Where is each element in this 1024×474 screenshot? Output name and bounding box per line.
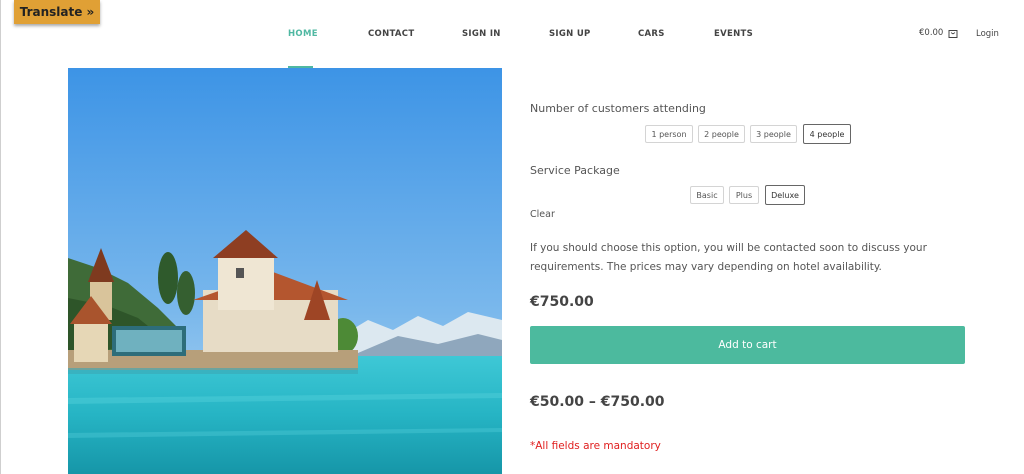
option-plus[interactable]: Plus (729, 186, 759, 204)
variant-price: €750.00 (530, 294, 594, 310)
mandatory-fields-note: *All fields are mandatory (530, 440, 661, 452)
shopping-bag-icon (948, 30, 958, 38)
nav-item-sign-up[interactable]: SIGN UP (549, 29, 591, 39)
customers-label: Number of customers attending (530, 102, 706, 115)
product-image (68, 68, 502, 474)
cart-link[interactable]: €0.00 (919, 28, 958, 38)
service-package-label: Service Package (530, 164, 620, 177)
nav-item-events[interactable]: EVENTS (714, 29, 753, 39)
option-4-people[interactable]: 4 people (803, 124, 851, 144)
variant-description: If you should choose this option, you wi… (530, 242, 927, 273)
nav-item-sign-in[interactable]: SIGN IN (462, 29, 501, 39)
top-navigation: HOME CONTACT SIGN IN SIGN UP CARS EVENTS… (0, 0, 1024, 68)
cart-total: €0.00 (919, 28, 944, 38)
add-to-cart-button[interactable]: Add to cart (530, 326, 965, 364)
clear-selection-link[interactable]: Clear (530, 209, 555, 220)
option-1-person[interactable]: 1 person (645, 125, 693, 143)
option-basic[interactable]: Basic (690, 186, 724, 204)
nav-item-contact[interactable]: CONTACT (368, 29, 414, 39)
nav-item-home[interactable]: HOME (288, 29, 318, 39)
option-deluxe[interactable]: Deluxe (765, 185, 805, 205)
login-link[interactable]: Login (976, 29, 999, 39)
nav-item-cars[interactable]: CARS (638, 29, 665, 39)
window-edge (0, 0, 1, 474)
price-range: €50.00 – €750.00 (530, 394, 665, 410)
option-2-people[interactable]: 2 people (698, 125, 745, 143)
option-3-people[interactable]: 3 people (750, 125, 797, 143)
